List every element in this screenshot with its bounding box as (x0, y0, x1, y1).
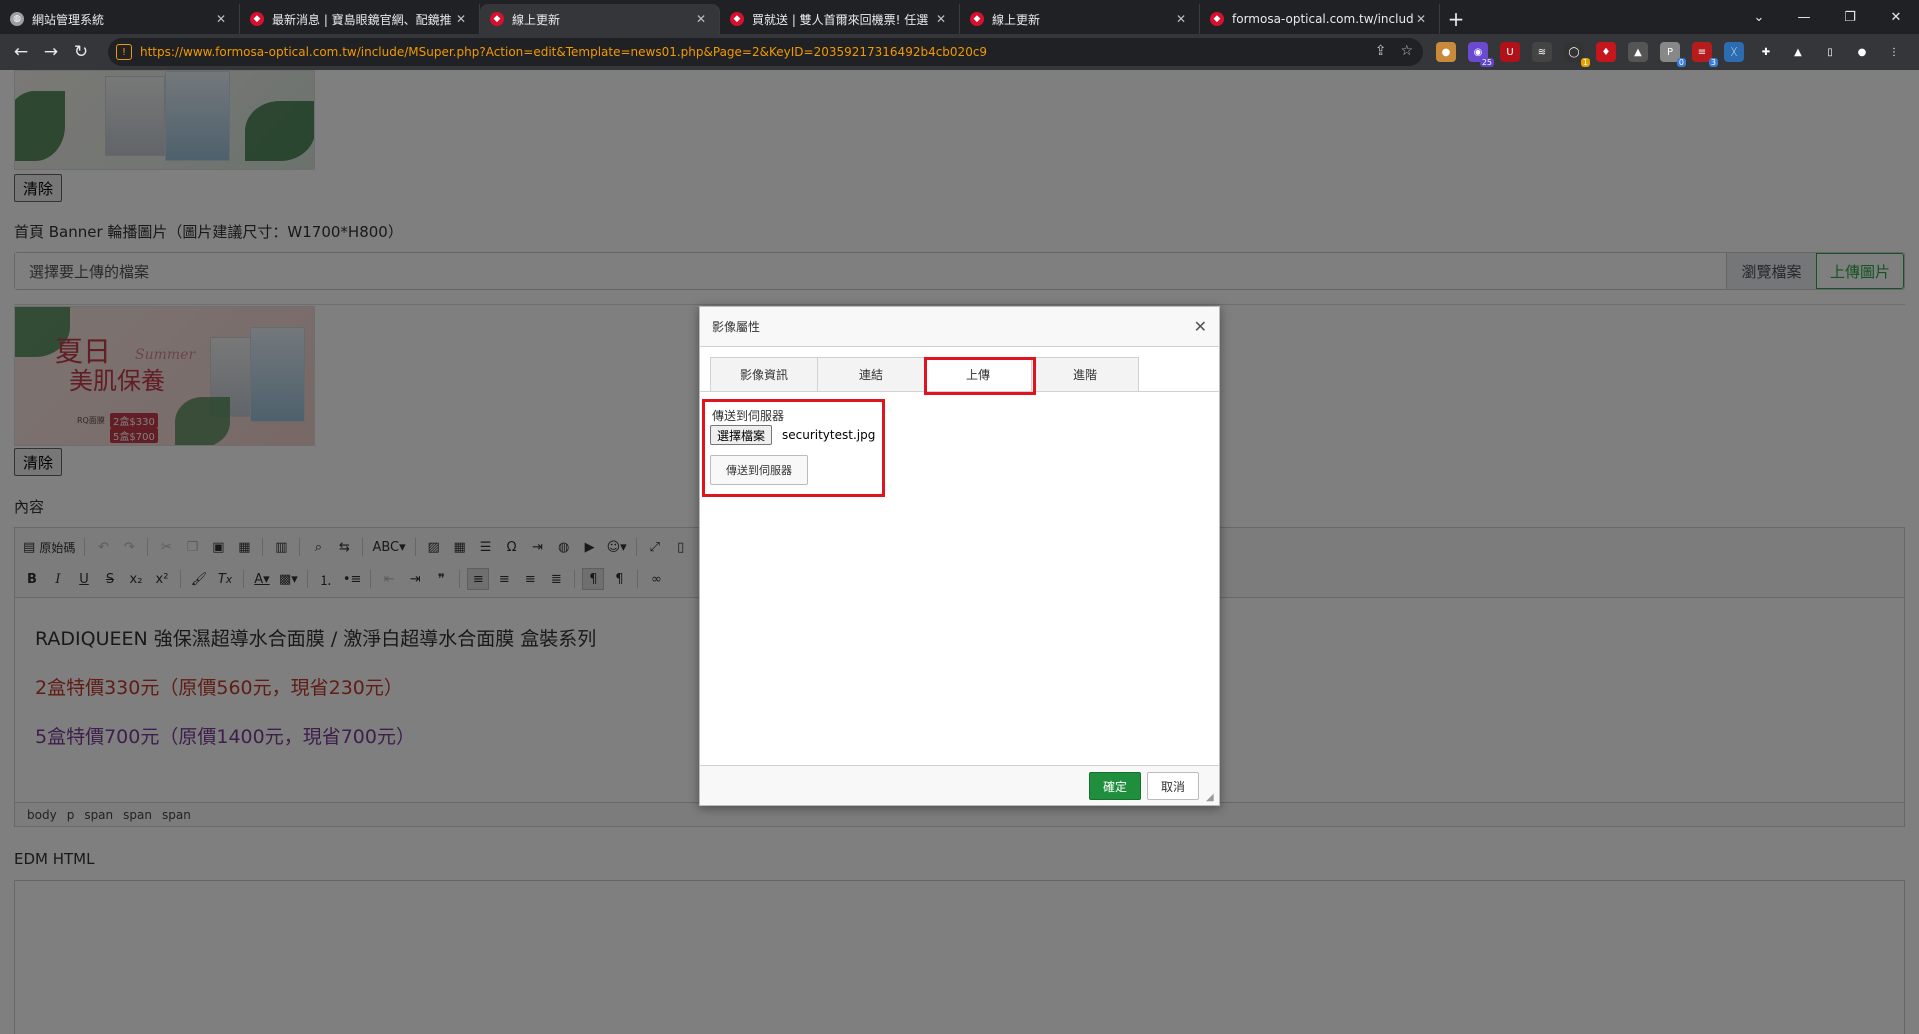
close-icon[interactable]: ✕ (1173, 12, 1189, 26)
browser-tab[interactable]: ◆ 買就送 | 雙人首爾來回機票! 任選 ✕ (720, 4, 960, 34)
flask-icon[interactable]: ▲ (1788, 42, 1808, 62)
globe-icon: ◍ (10, 12, 24, 26)
close-window-icon[interactable]: ✕ (1873, 0, 1919, 34)
cookie-extension-icon[interactable]: ● (1436, 42, 1456, 62)
share-icon[interactable]: ⇪ (1375, 43, 1387, 59)
highlight-box (702, 399, 885, 497)
tab-title: 買就送 | 雙人首爾來回機票! 任選 (752, 12, 929, 27)
browser-tab-bar: ◍ 網站管理系統 ✕ ◆ 最新消息 | 寶島眼鏡官網、配鏡推 ✕ ◆ 線上更新 … (0, 0, 1919, 34)
formosa-icon: ◆ (1210, 12, 1224, 26)
forward-icon[interactable]: → (36, 42, 66, 62)
extension-icon[interactable]: ≡ 3 (1692, 42, 1718, 67)
browser-toolbar: ← → ↻ ! https://www.formosa-optical.com.… (0, 34, 1919, 70)
close-icon[interactable]: ✕ (693, 12, 709, 26)
resize-handle-icon[interactable]: ◢ (1206, 792, 1216, 803)
tab-link[interactable]: 連結 (817, 357, 925, 391)
bookmark-star-icon[interactable]: ☆ (1400, 43, 1413, 59)
new-tab-button[interactable]: + (1440, 4, 1472, 34)
formosa-icon: ◆ (490, 12, 504, 26)
browser-tab[interactable]: ◍ 網站管理系統 ✕ (0, 4, 240, 34)
back-icon[interactable]: ← (6, 42, 36, 62)
extension-icon[interactable]: ≋ (1532, 42, 1552, 62)
browser-tab[interactable]: ◆ formosa-optical.com.tw/includ ✕ (1200, 4, 1440, 34)
image-properties-dialog: 影像屬性 ✕ 影像資訊 連結 上傳 進階 傳送到伺服器 選擇檔案 securit… (699, 306, 1220, 806)
tab-image-info[interactable]: 影像資訊 (710, 357, 818, 391)
dialog-title: 影像屬性 (700, 307, 1219, 347)
tab-title: formosa-optical.com.tw/includ (1232, 12, 1413, 26)
extension-badge: 3 (1708, 58, 1718, 67)
close-icon[interactable]: ✕ (1194, 317, 1207, 336)
close-icon[interactable]: ✕ (453, 12, 469, 26)
ublock-icon[interactable]: U (1500, 42, 1520, 62)
ok-button[interactable]: 確定 (1089, 772, 1141, 800)
tab-title: 線上更新 (992, 12, 1041, 27)
sidebar-icon[interactable]: ▯ (1820, 42, 1840, 62)
extension-icon[interactable]: ◉ 25 (1468, 42, 1494, 67)
minimize-icon[interactable]: — (1781, 0, 1827, 34)
dialog-footer: 確定 取消 ◢ (700, 765, 1219, 805)
not-secure-icon[interactable]: ! (116, 44, 132, 60)
reload-icon[interactable]: ↻ (66, 42, 96, 62)
browser-tab-active[interactable]: ◆ 線上更新 ✕ (480, 4, 720, 34)
extension-badge: 25 (1479, 58, 1494, 67)
tab-advanced[interactable]: 進階 (1031, 357, 1139, 391)
puzzle-icon[interactable]: ✚ (1756, 42, 1776, 62)
url-text[interactable]: https://www.formosa-optical.com.tw/inclu… (140, 45, 987, 59)
close-icon[interactable]: ✕ (213, 12, 229, 26)
menu-kebab-icon[interactable]: ⋮ (1884, 42, 1904, 62)
formosa-icon: ◆ (730, 12, 744, 26)
extension-badge: 1 (1580, 58, 1590, 67)
cancel-button[interactable]: 取消 (1147, 772, 1199, 800)
highlight-box (924, 357, 1036, 395)
person-icon[interactable]: ᚷ (1724, 42, 1744, 62)
extension-icon[interactable]: ◯ 1 (1564, 42, 1590, 67)
restore-icon[interactable]: ❐ (1827, 0, 1873, 34)
drop-icon[interactable]: ♦ (1596, 42, 1616, 62)
tab-title: 網站管理系統 (32, 12, 105, 27)
tab-title: 線上更新 (512, 12, 561, 27)
mountain-icon[interactable]: ▲ (1628, 42, 1648, 62)
close-icon[interactable]: ✕ (933, 12, 949, 26)
tab-search-icon[interactable]: ⌄ (1739, 0, 1779, 34)
formosa-icon: ◆ (970, 12, 984, 26)
profile-icon[interactable]: ● (1852, 42, 1872, 62)
window-controls: — ❐ ✕ (1781, 0, 1919, 34)
extension-badge: 0 (1676, 58, 1686, 67)
extension-icon[interactable]: P0 (1660, 42, 1686, 67)
tab-title: 最新消息 | 寶島眼鏡官網、配鏡推 (272, 12, 452, 27)
browser-tab[interactable]: ◆ 最新消息 | 寶島眼鏡官網、配鏡推 ✕ (240, 4, 480, 34)
formosa-icon: ◆ (250, 12, 264, 26)
extensions-bar: ● ◉ 25 U ≋ ◯ 1 ♦ ▲ P0 ≡ 3 ᚷ ✚ ▲ ▯ ● ⋮ (1436, 42, 1904, 67)
close-icon[interactable]: ✕ (1413, 12, 1429, 26)
browser-tab[interactable]: ◆ 線上更新 ✕ (960, 4, 1200, 34)
omnibox-actions: ⇪ ☆ (1375, 43, 1413, 59)
address-bar[interactable]: ! https://www.formosa-optical.com.tw/inc… (108, 38, 1423, 66)
